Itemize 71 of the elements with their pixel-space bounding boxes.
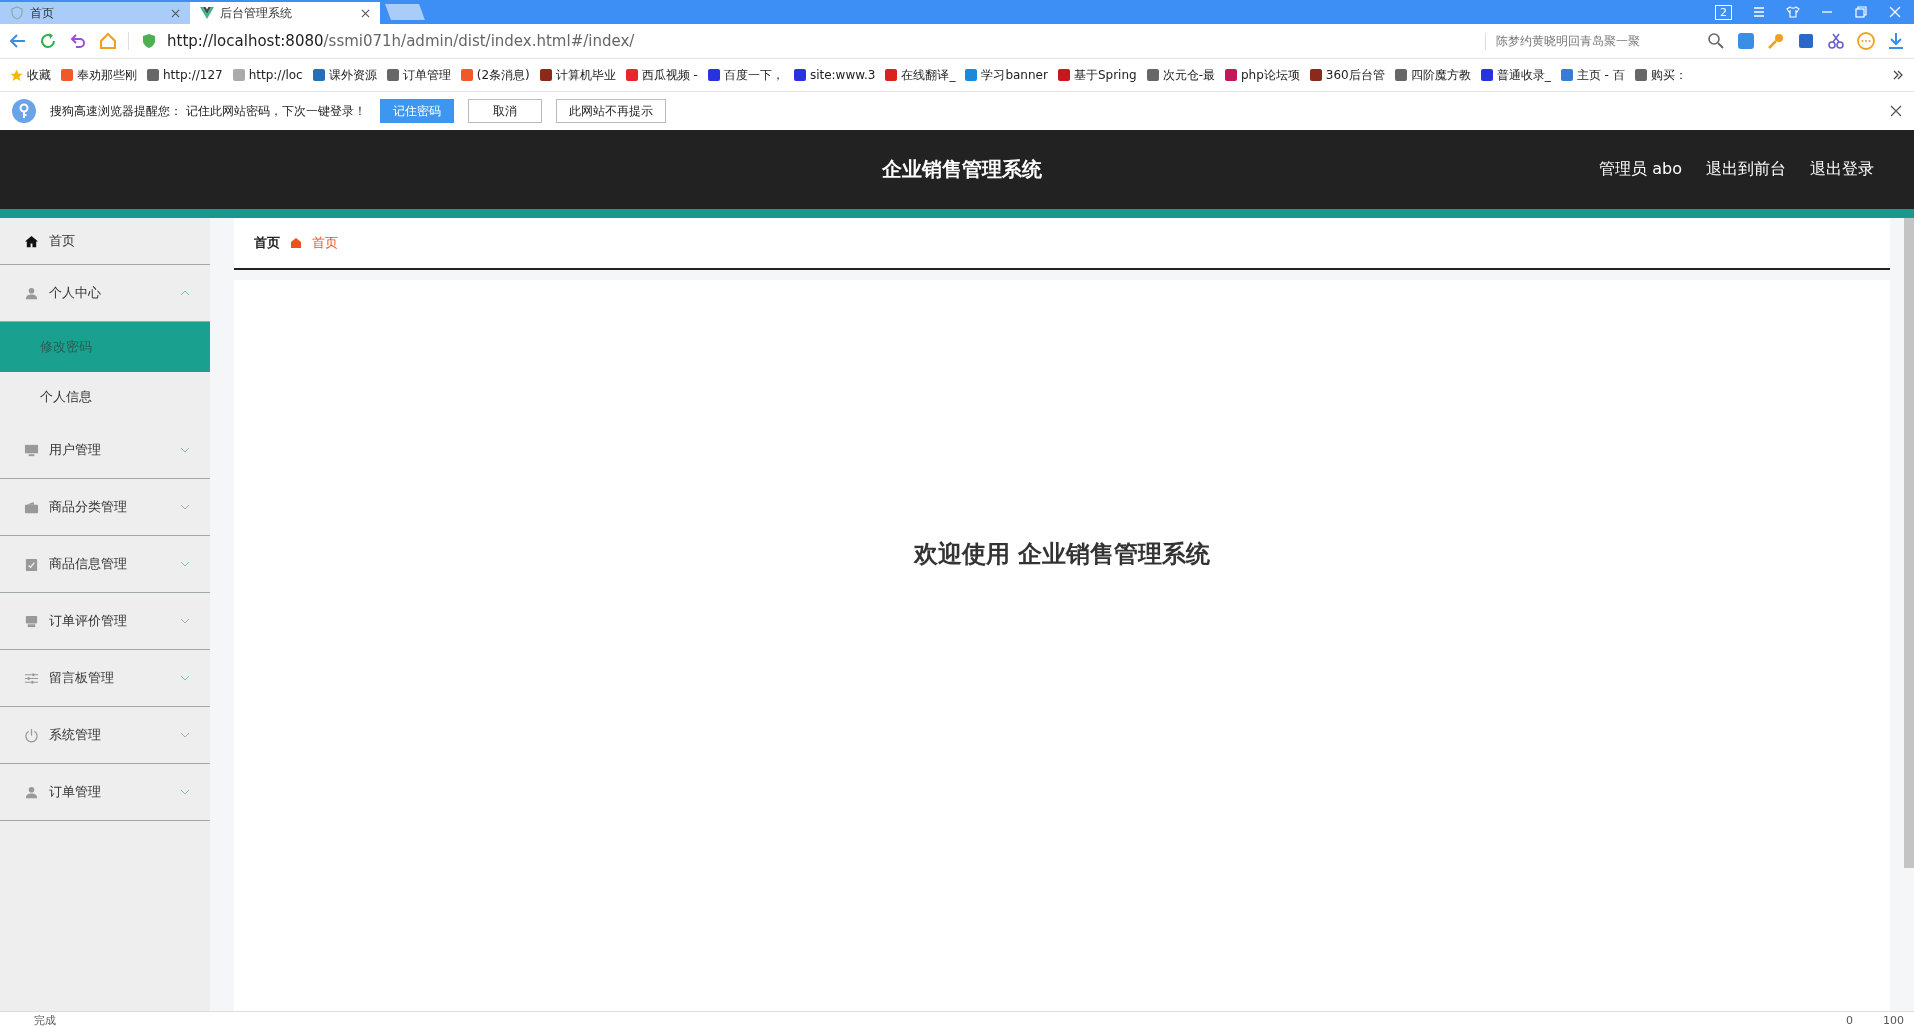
bookmark-item[interactable]: 学习banner (965, 66, 1048, 84)
notice-button[interactable]: 取消 (467, 99, 542, 123)
bookmark-item[interactable]: http://loc (232, 68, 303, 82)
bookmark-item[interactable]: php论坛项 (1224, 66, 1300, 84)
vue-logo-icon (200, 6, 214, 20)
bookmark-item[interactable]: 在线翻译_ (885, 66, 956, 84)
clipboard-icon (24, 556, 39, 572)
notice-text: 搜狗高速浏览器提醒您： 记住此网站密码，下次一键登录！ (50, 102, 366, 120)
close-icon[interactable] (171, 8, 180, 18)
welcome-text: 欢迎使用 企业销售管理系统 (913, 539, 1211, 570)
header-link[interactable]: 管理员 abo (1599, 159, 1682, 180)
user-icon (24, 285, 39, 301)
restore-icon[interactable] (1854, 5, 1868, 19)
address-field[interactable]: http://localhost:8080/ssmi071h/admin/dist/index.html#/index/ (128, 32, 1475, 50)
bookmark-item[interactable]: 奉劝那些刚 (61, 66, 137, 84)
menu-icon[interactable] (1752, 5, 1766, 19)
bookmark-item[interactable]: 计算机毕业 (539, 66, 616, 84)
notice-button[interactable]: 此网站不再提示 (555, 99, 666, 123)
bookmark-item[interactable]: 360后台管 (1309, 66, 1385, 84)
monitor-icon (24, 442, 39, 458)
bookmark-item[interactable]: site:www.3 (793, 68, 876, 82)
close-icon[interactable] (361, 8, 370, 18)
bookmark-item[interactable]: (2条消息) (460, 66, 530, 84)
home-icon (24, 233, 39, 249)
search-field[interactable]: 陈梦约黄晓明回青岛聚一聚 (1485, 32, 1696, 50)
status-count: 0 (1846, 1013, 1853, 1027)
bookmark-item[interactable]: 订单管理 (386, 66, 451, 84)
more-icon[interactable] (1856, 31, 1876, 51)
printer-icon (24, 613, 39, 629)
breadcrumb-link[interactable]: 首页 (254, 234, 280, 252)
bookmark-item[interactable]: http://127 (147, 68, 223, 82)
scrollbar[interactable] (1904, 218, 1914, 868)
home-icon[interactable] (98, 31, 118, 51)
bookmark-item[interactable]: 购买： (1634, 66, 1687, 84)
submenu-item[interactable]: 个人信息 (0, 372, 210, 422)
zoom-level[interactable]: 100 (1883, 1013, 1904, 1027)
star-icon (10, 68, 23, 82)
browser-tab[interactable]: 后台管理系统 (190, 2, 380, 24)
bookmark-item[interactable]: 课外资源 (312, 66, 377, 84)
wallet-icon (24, 499, 39, 515)
shield-icon (141, 33, 157, 49)
key-icon[interactable] (1766, 31, 1786, 51)
header-link[interactable]: 退出到前台 (1706, 159, 1786, 180)
sliders-icon (24, 670, 39, 686)
close-icon[interactable] (1890, 105, 1902, 117)
status-text: 完成 (34, 1012, 56, 1028)
breadcrumb-current: 首页 (312, 234, 338, 252)
shield-icon (10, 6, 24, 20)
bookmark-item[interactable]: 收藏 (10, 66, 51, 84)
bookmark-item[interactable]: 主页 - 百 (1560, 66, 1625, 84)
shirt-icon[interactable] (1786, 5, 1800, 19)
new-tab-button[interactable] (385, 4, 425, 20)
undo-icon[interactable] (68, 31, 88, 51)
more-chevron-icon[interactable] (1892, 69, 1904, 81)
search-icon[interactable] (1706, 31, 1726, 51)
browser-tab[interactable]: 首页 (0, 2, 190, 24)
home-icon (290, 237, 302, 249)
bookmark-item[interactable]: 西瓜视频 - (625, 66, 698, 84)
bookmark-item[interactable]: 四阶魔方教 (1394, 66, 1471, 84)
bookmark-item[interactable]: 普通收录_ (1480, 66, 1551, 84)
bookmark-item[interactable]: 百度一下， (707, 66, 784, 84)
reload-icon[interactable] (38, 31, 58, 51)
user-icon (24, 784, 39, 800)
bookmark-item[interactable]: 基于Spring (1057, 66, 1137, 84)
power-icon (24, 727, 39, 743)
download-icon[interactable] (1886, 31, 1906, 51)
app-title: 企业销售管理系统 (881, 156, 1042, 183)
bookmark-item[interactable]: 次元仓-最 (1146, 66, 1215, 84)
scissors-icon[interactable] (1826, 31, 1846, 51)
key-icon (12, 99, 36, 123)
header-link[interactable]: 退出登录 (1810, 159, 1874, 180)
